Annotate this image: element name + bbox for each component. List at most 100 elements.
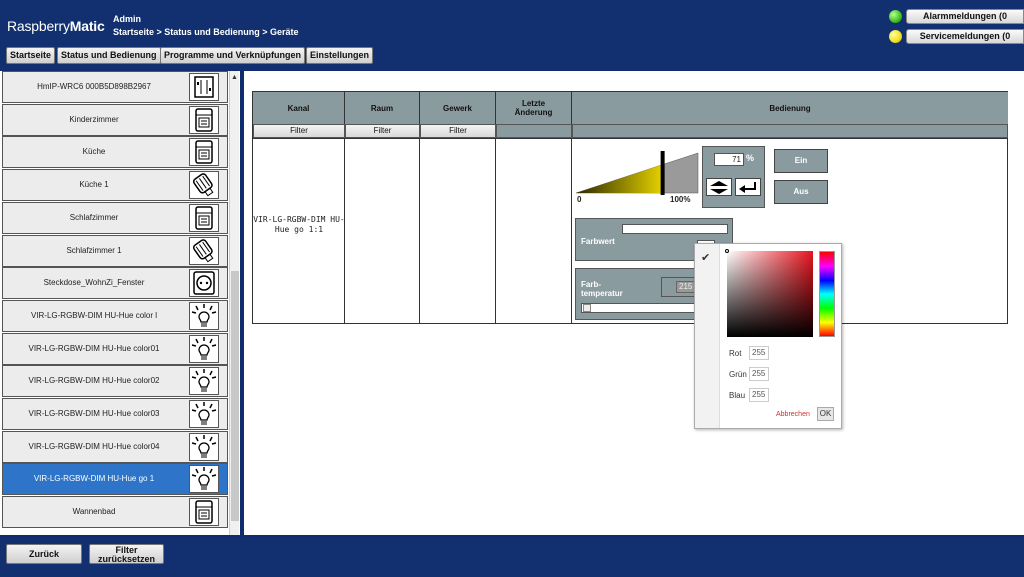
device-row[interactable]: Schlafzimmer 1 [2,234,228,267]
header: RaspberryMatic Admin Startseite > Status… [0,0,1024,70]
red-label: Rot [729,349,742,358]
header-raum: Raum [345,92,420,124]
picker-ok-button[interactable]: OK [817,407,834,421]
device-name: Steckdose_WohnZi_Fenster [43,278,145,288]
device-row[interactable]: VIR-LG-RGBW-DIM HU-Hue color02 [2,365,228,398]
breadcrumb: Startseite > Status und Bedienung > Gerä… [113,27,299,37]
device-name: Wannenbad [72,507,116,517]
device-row[interactable]: Küche [2,136,228,169]
saturation-value-field[interactable] [727,251,813,337]
blue-label: Blau [729,391,746,400]
device-name: VIR-LG-RGBW-DIM HU-Hue color l [30,310,158,320]
nav-programme-button[interactable]: Programme und Verknüpfungen [160,47,306,64]
service-messages-button[interactable]: Servicemeldungen (0 [906,29,1024,44]
thermostat-icon [189,498,219,527]
socket-icon [189,269,219,298]
device-name: VIR-LG-RGBW-DIM HU-Hue color03 [28,409,160,418]
sv-cursor[interactable] [725,249,729,253]
filter-letzte-empty [496,124,572,138]
device-list-pane: HmIP-WRC6 000B5D898B2967 Kinderzimmer Küch… [0,71,242,535]
filter-kanal-button[interactable]: Filter [253,124,345,138]
alarm-messages-button[interactable]: Alarmmeldungen (0 [906,9,1024,24]
device-name: VIR-LG-RGBW-DIM HU-Hue color01 [28,343,160,353]
cell-letzte-aenderung [496,138,572,324]
level-unit: % [746,153,755,163]
color-temperature-label-1: Farb- [581,280,601,289]
device-row[interactable]: VIR-LG-RGBW-DIM HU-Hue go 1 [2,463,228,496]
device-row[interactable]: VIR-LG-RGBW-DIM HU-Hue color04 [2,430,228,463]
picker-cancel-button[interactable]: Abbrechen [776,411,810,418]
green-input[interactable]: 255 [749,367,769,381]
device-list-scrollbar[interactable]: ▲ [229,71,239,535]
nav-startseite-button[interactable]: Startseite [6,47,56,64]
device-row[interactable]: Wannenbad [2,496,228,529]
device-name: VIR-LG-RGBW-DIM HU-Hue color02 [28,376,160,386]
picker-side-strip: ✔ [695,244,720,428]
red-input[interactable]: 255 [749,346,769,360]
filter-bedienung-empty [572,124,1008,138]
header-letzte-aenderung: Letzte Änderung [496,92,572,124]
reset-filter-line2: zurücksetzen [97,554,156,564]
device-row[interactable]: VIR-LG-RGBW-DIM HU-Hue color03 [2,398,228,430]
header-gewerk: Gewerk [420,92,496,124]
channel-name: VIR-LG-RGBW-DIM HU-Hue go 1:1 [253,215,345,234]
radiator-valve-icon [189,171,219,200]
lamp-icon [189,367,219,396]
lamp-icon [189,400,219,428]
checkmark-icon[interactable]: ✔ [701,251,710,264]
level-input[interactable]: 71 [714,153,744,166]
up-down-arrow-icon [710,181,728,194]
color-value-label: Farbwert [581,237,615,246]
device-row[interactable]: Küche 1 [2,169,228,202]
device-name: HmIP-WRC6 000B5D898B2967 [37,82,151,91]
on-button[interactable]: Ein [774,149,828,173]
lamp-icon [189,432,219,461]
device-row[interactable]: Kinderzimmer [2,103,228,136]
scrollbar-thumb[interactable] [231,271,239,521]
device-row[interactable]: Steckdose_WohnZi_Fenster [2,267,228,300]
off-button[interactable]: Aus [774,180,828,204]
level-input-box: 71 % [702,146,765,208]
level-apply-button[interactable] [735,178,761,196]
wall-switch-icon [189,73,219,101]
device-row[interactable]: VIR-LG-RGBW-DIM HU-Hue color01 [2,332,228,365]
scale-min: 0 [577,195,582,204]
filter-gewerk-button[interactable]: Filter [420,124,496,138]
color-temperature-label-2: temperatur [581,289,623,298]
header-bedienung: Bedienung [572,92,1008,124]
lamp-icon [189,301,219,330]
alarm-status-led [889,10,902,23]
cell-kanal: VIR-LG-RGBW-DIM HU-Hue go 1:1 [253,138,345,324]
nav-status-button[interactable]: Status und Bedienung [57,47,161,64]
device-row[interactable]: VIR-LG-RGBW-DIM HU-Hue color l [2,299,228,332]
channel-pane: Kanal Raum Gewerk Letzte Änderung Bedien… [244,71,1024,535]
scroll-up-icon[interactable]: ▲ [231,74,238,81]
device-name: Schlafzimmer [69,212,119,222]
color-value-swatch[interactable] [622,224,728,234]
thermostat-icon [189,203,219,232]
device-name: VIR-LG-RGBW-DIM HU-Hue color04 [28,441,160,451]
device-row[interactable]: Schlafzimmer [2,201,228,234]
radiator-valve-icon [189,236,219,265]
filter-raum-button[interactable]: Filter [345,124,420,138]
green-label: Grün [729,370,747,379]
dimmer-level-slider[interactable] [576,151,700,196]
cell-raum [345,138,420,324]
lamp-icon [189,465,219,494]
device-list[interactable]: HmIP-WRC6 000B5D898B2967 Kinderzimmer Küch… [2,71,228,535]
nav-einstellungen-button[interactable]: Einstellungen [306,47,374,64]
hue-slider[interactable] [819,251,835,337]
dimmer-handle[interactable] [660,151,665,195]
blue-input[interactable]: 255 [749,388,769,402]
device-name: VIR-LG-RGBW-DIM HU-Hue go 1 [33,474,155,484]
thermostat-icon [189,138,219,167]
enter-arrow-icon [739,182,756,193]
back-button[interactable]: Zurück [6,544,82,564]
color-temperature-handle[interactable] [583,304,591,312]
thermostat-icon [189,105,219,134]
device-name: Küche 1 [79,180,109,190]
header-kanal: Kanal [253,92,345,124]
device-row[interactable]: HmIP-WRC6 000B5D898B2967 [2,71,228,103]
reset-filter-button[interactable]: Filter zurücksetzen [89,544,164,564]
level-step-buttons[interactable] [706,178,732,196]
